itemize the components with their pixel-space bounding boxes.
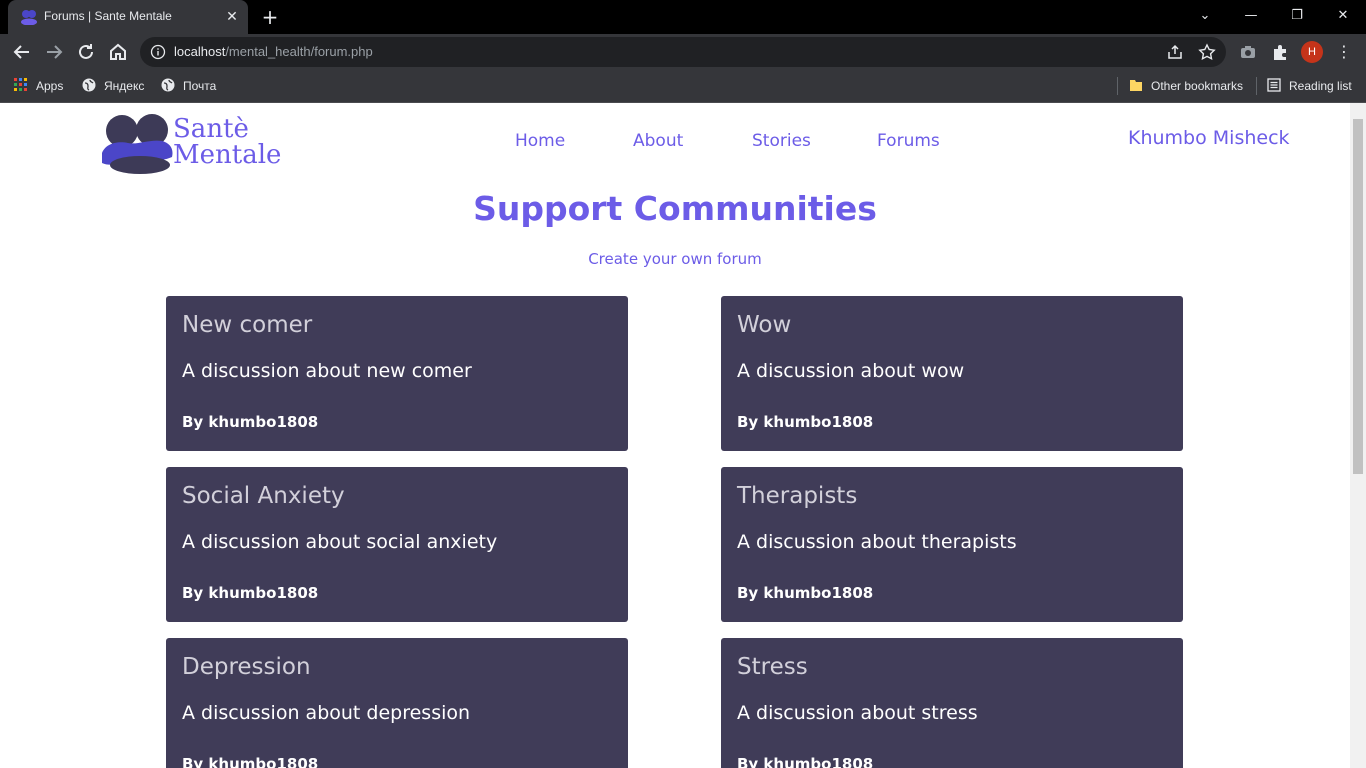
forum-card[interactable]: Wow A discussion about wow By khumbo1808 (721, 296, 1183, 451)
bookmark-star-icon[interactable] (1198, 43, 1216, 61)
bookmark-apps-label: Apps (36, 79, 64, 93)
browser-tab[interactable]: Forums | Sante Mentale ✕ (8, 0, 248, 34)
page-title: Support Communities (473, 189, 877, 228)
bookmark-pochta[interactable]: Почта (161, 77, 216, 95)
logo-line-2: Mentale (173, 140, 282, 170)
page-viewport: Santè Mentale Home About Stories Forums … (0, 103, 1350, 768)
forum-author: By khumbo1808 (737, 584, 874, 602)
forum-description: A discussion about wow (737, 360, 965, 382)
folder-icon (1130, 80, 1142, 91)
extensions-puzzle-icon[interactable] (1271, 43, 1289, 61)
forum-author: By khumbo1808 (737, 413, 874, 431)
globe-icon (161, 78, 175, 92)
forum-title[interactable]: New comer (182, 312, 312, 338)
nav-forums-link[interactable]: Forums (877, 131, 940, 151)
url-path: /mental_health/forum.php (225, 44, 373, 59)
reading-list-icon (1267, 78, 1281, 92)
page-scrollbar[interactable] (1350, 103, 1366, 768)
address-bar[interactable]: localhost/mental_health/forum.php (140, 37, 1226, 67)
reading-list-label: Reading list (1289, 79, 1352, 93)
logo-line-1: Santè (173, 114, 249, 144)
forum-title[interactable]: Wow (737, 312, 791, 338)
forum-title[interactable]: Stress (737, 654, 808, 680)
tab-search-icon[interactable]: ⌄ (1190, 4, 1220, 28)
tab-title: Forums | Sante Mentale (44, 9, 172, 23)
nav-stories-link[interactable]: Stories (752, 131, 811, 151)
bookmarks-divider (1256, 77, 1257, 95)
bookmarks-divider (1117, 77, 1118, 95)
browser-toolbar: localhost/mental_health/forum.php H ⋮ (0, 34, 1366, 70)
forum-title[interactable]: Social Anxiety (182, 483, 345, 509)
bookmark-yandex-label: Яндекс (104, 79, 145, 93)
user-profile-link[interactable]: Khumbo Misheck (1128, 127, 1290, 149)
nav-about-link[interactable]: About (633, 131, 683, 151)
forum-description: A discussion about stress (737, 702, 978, 724)
bookmark-other-label: Other bookmarks (1151, 79, 1244, 93)
forum-description: A discussion about depression (182, 702, 471, 724)
create-forum-link[interactable]: Create your own forum (0, 250, 1350, 268)
forum-card[interactable]: Stress A discussion about stress By khum… (721, 638, 1183, 768)
site-info-icon[interactable] (150, 44, 166, 60)
site-logo[interactable]: Santè Mentale (100, 109, 300, 175)
forum-card[interactable]: Depression A discussion about depression… (166, 638, 628, 768)
url-host: localhost (174, 44, 226, 59)
forum-description: A discussion about therapists (737, 531, 1017, 553)
reload-icon[interactable] (74, 40, 98, 64)
bookmark-pochta-label: Почта (183, 79, 217, 93)
people-logo-icon (102, 114, 173, 174)
home-icon[interactable] (106, 40, 130, 64)
forward-arrow-icon[interactable] (42, 40, 66, 64)
bookmark-other-folder[interactable]: Other bookmarks (1129, 77, 1243, 95)
url-text: localhost/mental_health/forum.php (174, 44, 373, 59)
forum-author: By khumbo1808 (737, 755, 874, 768)
nav-home-link[interactable]: Home (515, 131, 565, 151)
camera-extension-icon[interactable] (1239, 43, 1257, 61)
browser-menu-icon[interactable]: ⋮ (1336, 42, 1352, 62)
bookmark-apps[interactable]: Apps (14, 77, 63, 95)
bookmark-yandex[interactable]: Яндекс (82, 77, 144, 95)
restore-window-button[interactable]: ❐ (1282, 4, 1312, 28)
forum-card[interactable]: Therapists A discussion about therapists… (721, 467, 1183, 622)
globe-icon (82, 78, 96, 92)
forum-card[interactable]: New comer A discussion about new comer B… (166, 296, 628, 451)
share-icon[interactable] (1166, 43, 1184, 61)
tab-close-icon[interactable]: ✕ (224, 9, 240, 25)
forum-card[interactable]: Social Anxiety A discussion about social… (166, 467, 628, 622)
bookmarks-bar: Apps Яндекс Почта Other bookmarks Readin… (0, 70, 1366, 103)
back-arrow-icon[interactable] (10, 40, 34, 64)
profile-avatar[interactable]: H (1301, 41, 1323, 63)
forum-author: By khumbo1808 (182, 413, 319, 431)
close-window-button[interactable]: ✕ (1328, 4, 1358, 28)
scrollbar-thumb[interactable] (1353, 119, 1363, 474)
forum-title[interactable]: Therapists (737, 483, 857, 509)
site-favicon-icon (21, 10, 37, 25)
new-tab-button[interactable]: + (258, 6, 282, 28)
forum-author: By khumbo1808 (182, 755, 319, 768)
browser-tab-strip: Forums | Sante Mentale ✕ + ⌄ — ❐ ✕ (0, 0, 1366, 34)
minimize-window-button[interactable]: — (1236, 4, 1266, 28)
forum-author: By khumbo1808 (182, 584, 319, 602)
reading-list-button[interactable]: Reading list (1267, 77, 1352, 95)
forum-description: A discussion about social anxiety (182, 531, 498, 553)
apps-grid-icon (14, 78, 27, 91)
logo-wordmark: Santè Mentale (173, 116, 281, 168)
forum-title[interactable]: Depression (182, 654, 311, 680)
forum-description: A discussion about new comer (182, 360, 472, 382)
